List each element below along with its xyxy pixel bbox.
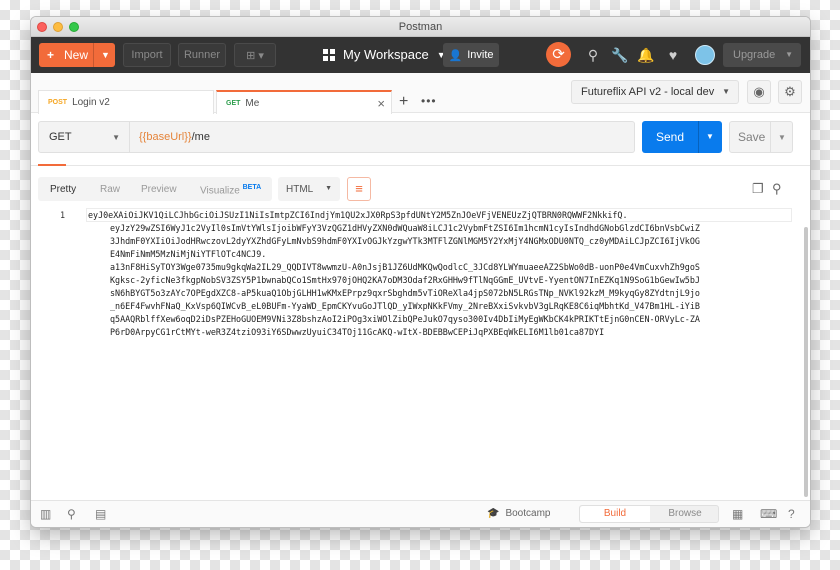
gear-icon[interactable]: ⚙ [778, 80, 802, 104]
panel-divider-handle[interactable] [38, 164, 66, 166]
tab-name: Login v2 [72, 97, 110, 108]
two-pane-icon[interactable]: ▦ [732, 507, 743, 521]
caret-down-icon: ▼ [722, 87, 730, 96]
tab-login-v2[interactable]: POST Login v2 [38, 90, 214, 114]
more-tabs-icon[interactable]: ••• [421, 94, 437, 108]
code-line: eyJ0eXAiOiJKV1QiLCJhbGciOiJSUzI1NiIsImtp… [88, 210, 628, 220]
line-number: 1 [60, 210, 66, 220]
keyboard-shortcuts-icon[interactable]: ⌨ [760, 507, 777, 521]
import-button[interactable]: Import [123, 43, 171, 67]
caret-down-icon: ▼ [785, 50, 793, 59]
format-select[interactable]: HTML ▼ [278, 177, 340, 201]
grid-icon [323, 48, 335, 61]
response-toolbar: Pretty Raw Preview Visualize BETA HTML ▼… [38, 177, 803, 201]
response-view-tabs: Pretty Raw Preview Visualize BETA [38, 177, 272, 201]
caret-down-icon: ▼ [325, 185, 332, 192]
request-tabs-bar: POST Login v2 GET Me × + ••• Futureflix … [31, 73, 810, 114]
build-tab[interactable]: Build [580, 506, 650, 522]
tab-method: GET [226, 99, 241, 107]
add-tab-button[interactable]: + [399, 93, 408, 111]
beta-badge: BETA [242, 184, 262, 191]
plus-icon: + [47, 48, 55, 62]
environment-selector[interactable]: Futureflix API v2 - local dev ▼ [571, 80, 739, 104]
graduation-cap-icon: 🎓 [487, 508, 500, 519]
send-button[interactable]: Send ▼ [642, 121, 722, 153]
code-line: a13nF8HiSyTOY3Wge0735mu9gkqWa2IL29_QQDIV… [110, 262, 700, 272]
caret-down-icon[interactable]: ▼ [706, 132, 714, 141]
tab-name: Me [245, 97, 260, 109]
satellite-icon[interactable]: ⚲ [584, 46, 602, 64]
wrap-lines-icon[interactable]: ≡ [347, 177, 371, 201]
workspace-label: My Workspace [343, 47, 429, 62]
bootcamp-label: Bootcamp [505, 508, 551, 519]
sidebar-toggle-icon[interactable]: ▥ [40, 507, 51, 521]
code-line: sN6hBYGT5o3zAYc7OPEgdXZC8-aP5kuaQ1ObjGLH… [110, 288, 700, 298]
app-window: Postman + New ▼ Import Runner ⊞ ▾ My Wor… [31, 17, 810, 527]
settings-icon[interactable]: 🔧 [611, 46, 629, 64]
avatar[interactable] [695, 45, 715, 65]
code-line: _n6EF4FwvhFNaQ_KxVsp6QIWCvB_eL0BUFm-YyaW… [110, 301, 700, 311]
tab-method: POST [48, 99, 68, 106]
save-label: Save [738, 130, 766, 144]
url-input[interactable]: {{baseUrl}} /me [130, 121, 635, 153]
method-select[interactable]: GET ▼ [38, 121, 130, 153]
eye-icon[interactable]: ◉ [747, 80, 771, 104]
window-plus-icon: ⊞ ▾ [246, 49, 264, 62]
tab-visualize[interactable]: Visualize BETA [200, 184, 261, 196]
new-button-label: New [64, 48, 89, 62]
response-body[interactable]: 1 eyJ0eXAiOiJKV1QiLCJhbGciOiJSUzI1NiIsIm… [38, 208, 796, 499]
close-icon[interactable]: × [377, 96, 385, 111]
scrollbar[interactable] [804, 227, 808, 497]
environment-label: Futureflix API v2 - local dev [581, 86, 715, 98]
invite-button[interactable]: 👤 Invite [443, 43, 499, 67]
code-line: P6rD0ArpyCG1rCtMYt-weR3Z4tziO93iY6SDwwzU… [110, 327, 605, 337]
url-variable: {{baseUrl}} [139, 131, 192, 143]
build-browse-toggle: Build Browse [579, 505, 719, 523]
code-line: 3JhdmF0YXIiOiJodHRwczovL2dyYXZhdGFyLmNvb… [110, 236, 700, 246]
visualize-label: Visualize [200, 185, 240, 197]
copy-icon[interactable]: ❐ [752, 181, 764, 197]
tab-pretty[interactable]: Pretty [50, 184, 76, 195]
save-button[interactable]: Save ▼ [729, 121, 793, 153]
caret-down-icon[interactable]: ▼ [778, 133, 786, 142]
console-icon[interactable]: ▤ [95, 507, 106, 521]
url-path: /me [191, 131, 210, 143]
request-bar: GET ▼ {{baseUrl}} /me Send ▼ Save ▼ [38, 121, 803, 153]
help-icon[interactable]: ? [788, 507, 795, 521]
new-button[interactable]: + New ▼ [39, 43, 115, 67]
response-text[interactable]: eyJ0eXAiOiJKV1QiLCJhbGciOiJSUzI1NiIsImtp… [88, 209, 790, 339]
workspace-selector[interactable]: My Workspace ▼ [323, 47, 446, 62]
browse-tab[interactable]: Browse [650, 506, 720, 522]
method-label: GET [49, 131, 72, 143]
search-icon[interactable]: ⚲ [772, 181, 782, 197]
user-plus-icon: 👤 [448, 49, 463, 62]
code-line: Kgksc-2yficNe3fkgpNobSV3ZSY5P1bwnabQCo1S… [110, 275, 700, 285]
bell-icon[interactable]: 🔔 [637, 46, 655, 64]
format-label: HTML [286, 183, 314, 195]
find-icon[interactable]: ⚲ [67, 507, 76, 521]
upgrade-button[interactable]: Upgrade ▼ [723, 43, 801, 67]
send-label: Send [656, 130, 685, 144]
bootcamp-button[interactable]: 🎓 Bootcamp [487, 508, 550, 519]
tab-preview[interactable]: Preview [141, 184, 177, 195]
status-bar: ▥ ⚲ ▤ 🎓 Bootcamp Build Browse ▦ ⌨ ? [31, 500, 810, 527]
app-header: + New ▼ Import Runner ⊞ ▾ My Workspace ▼… [31, 37, 810, 73]
code-line: eyJzY29wZSI6WyJ1c2VyIl0sImVtYWlsIjoibWFy… [110, 223, 700, 233]
caret-down-icon: ▼ [112, 133, 120, 142]
window-title: Postman [398, 21, 443, 33]
title-bar: Postman [31, 17, 810, 37]
heart-icon[interactable]: ♥ [664, 46, 682, 64]
tab-me[interactable]: GET Me × [216, 90, 392, 114]
sync-icon[interactable]: ⟳ [546, 42, 571, 67]
invite-label: Invite [467, 49, 494, 61]
panel-divider[interactable] [31, 165, 810, 166]
caret-down-icon[interactable]: ▼ [101, 50, 110, 60]
tab-raw[interactable]: Raw [100, 184, 120, 195]
upgrade-label: Upgrade [733, 49, 776, 61]
runner-button[interactable]: Runner [178, 43, 226, 67]
code-line: q5AAQRblffXew6oqD2iDsPZEHoGUOEM9VNi3Z8bs… [110, 314, 700, 324]
new-window-button[interactable]: ⊞ ▾ [234, 43, 276, 67]
code-line: E4NmFiNmM5MzNiMjNiYTFlOTc4NCJ9. [110, 249, 267, 259]
